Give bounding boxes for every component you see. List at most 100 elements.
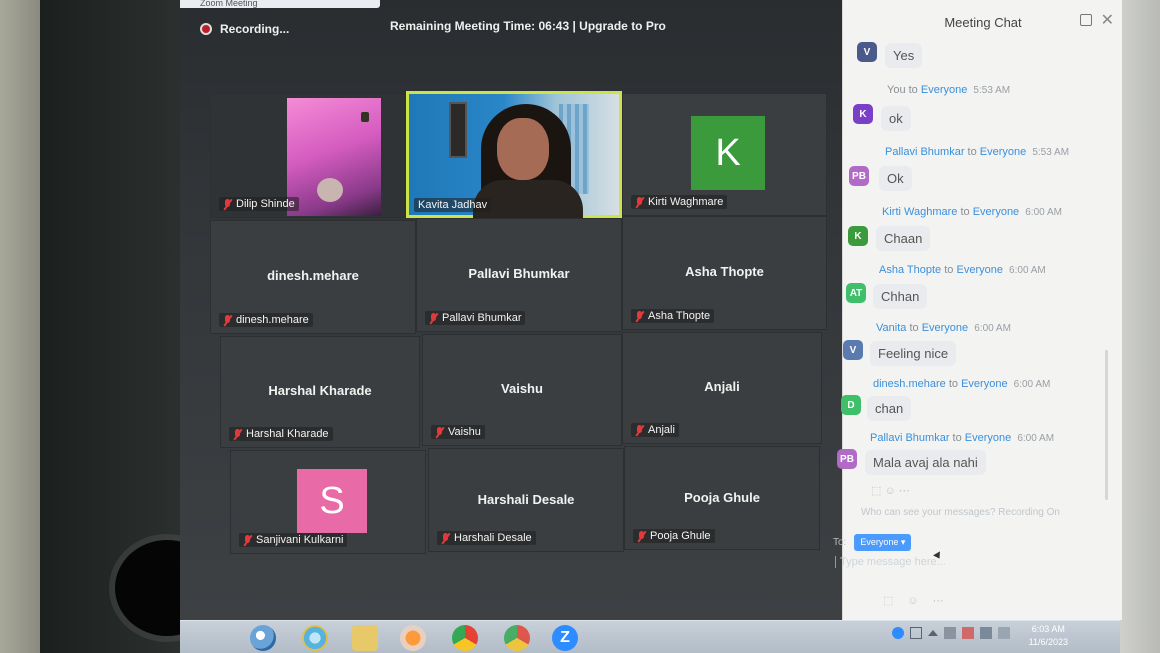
sender-avatar: D xyxy=(841,395,861,415)
sender-avatar: K xyxy=(853,104,873,124)
message-text: Mala avaj ala nahi xyxy=(865,450,986,475)
message-time: 6:00 AM xyxy=(1013,379,1051,390)
message-meta: Kirti Waghmare to Everyone 6:00 AM xyxy=(882,206,1062,218)
participant-tile[interactable]: Dilip Shinde xyxy=(210,93,406,218)
participant-name: Harshal Kharade xyxy=(246,428,329,440)
participant-name-tag: Anjali xyxy=(631,423,679,437)
mic-muted-icon xyxy=(435,426,444,438)
network-icon[interactable] xyxy=(910,627,922,639)
message-sender: Pallavi Bhumkar xyxy=(870,432,950,444)
message-sender: Vanita xyxy=(876,322,907,334)
internet-explorer-icon[interactable] xyxy=(302,625,328,651)
start-button-icon[interactable] xyxy=(250,625,276,651)
volume-icon[interactable] xyxy=(944,627,956,639)
video-face xyxy=(497,118,549,180)
system-tray xyxy=(892,627,1010,639)
participant-tile[interactable]: Harshali Desale Harshali Desale xyxy=(428,448,624,552)
message-sender: You xyxy=(887,84,906,96)
who-can-see-label[interactable]: Who can see your messages? Recording On xyxy=(861,507,1060,518)
popout-icon[interactable] xyxy=(1080,14,1092,26)
participant-tile[interactable]: Asha Thopte Asha Thopte xyxy=(622,216,827,330)
message-meta: You to Everyone 5:53 AM xyxy=(887,84,1010,96)
message-time: 6:00 AM xyxy=(1025,207,1062,218)
folder-icon[interactable] xyxy=(352,625,378,651)
message-to: to xyxy=(967,146,977,158)
chat-scrollbar[interactable] xyxy=(1105,350,1108,500)
clock-time: 6:03 AM xyxy=(1031,624,1065,634)
message-meta: Vanita to Everyone 6:00 AM xyxy=(876,322,1011,334)
windows-taskbar: Z 6:03 AM 11/6/2023 xyxy=(180,620,1120,653)
participant-name-tag: Kirti Waghmare xyxy=(631,195,728,209)
arrow-up-icon[interactable] xyxy=(928,630,938,636)
chat-input[interactable]: Type message here... xyxy=(835,556,946,568)
close-icon[interactable]: ✕ xyxy=(1101,10,1114,30)
message-text: Ok xyxy=(879,166,912,191)
participant-name: dinesh.mehare xyxy=(236,314,309,326)
message-recipient[interactable]: Everyone xyxy=(922,322,968,334)
participant-name-tag: Pallavi Bhumkar xyxy=(425,311,526,325)
message-to: to xyxy=(948,378,959,390)
message-recipient[interactable]: Everyone xyxy=(973,206,1019,218)
participant-tile[interactable]: K Kirti Waghmare xyxy=(622,93,827,216)
chat-toolbar-icons[interactable]: ⬚☺⋯ xyxy=(883,594,958,607)
participant-name-tag: Harshali Desale xyxy=(437,531,536,545)
mic-muted-icon xyxy=(635,424,644,436)
video-face xyxy=(317,178,343,202)
monitor-bezel-right xyxy=(1120,0,1160,653)
gallery-grid: Dilip Shinde Kavita Jadhav K Kirti Waghm… xyxy=(180,0,842,620)
recipient-dropdown[interactable]: Everyone ▾ xyxy=(854,534,912,551)
chrome-icon[interactable] xyxy=(452,625,478,651)
participant-tile[interactable]: Harshal Kharade Harshal Kharade xyxy=(220,336,420,448)
message-text: Feeling nice xyxy=(870,341,957,366)
flag-icon[interactable] xyxy=(962,627,974,639)
message-text: Chaan xyxy=(876,226,931,251)
participant-name: Kirti Waghmare xyxy=(648,196,724,208)
message-time: 5:53 AM xyxy=(973,85,1011,96)
zoom-tray-icon[interactable] xyxy=(892,627,904,639)
message-recipient[interactable]: Everyone xyxy=(965,432,1011,444)
mic-muted-icon xyxy=(233,428,242,440)
message-sender: Pallavi Bhumkar xyxy=(885,146,965,158)
participant-name-tag: Asha Thopte xyxy=(631,309,715,323)
message-to: to xyxy=(944,264,954,276)
participant-tile[interactable]: dinesh.mehare dinesh.mehare xyxy=(210,220,416,334)
zoom-app-icon[interactable]: Z xyxy=(552,625,578,651)
to-row: To: Everyone ▾ xyxy=(833,534,912,551)
desk-background xyxy=(0,0,40,653)
mic-muted-icon xyxy=(637,530,646,542)
sender-avatar: PB xyxy=(837,449,857,469)
message-to: to xyxy=(960,206,970,218)
video-lamp xyxy=(361,112,369,122)
chrome-profile-icon[interactable] xyxy=(504,625,530,651)
message-recipient[interactable]: Everyone xyxy=(957,264,1003,276)
participant-tile[interactable]: Pallavi Bhumkar Pallavi Bhumkar xyxy=(416,218,622,332)
participant-name-tag: Harshal Kharade xyxy=(229,427,333,441)
message-meta: Pallavi Bhumkar to Everyone 5:53 AM xyxy=(885,146,1069,158)
battery-icon[interactable] xyxy=(980,627,992,639)
participant-tile[interactable]: Pooja Ghule Pooja Ghule xyxy=(624,446,820,550)
message-time: 6:00 AM xyxy=(974,323,1011,334)
participant-name: Kavita Jadhav xyxy=(418,199,488,211)
message-meta: dinesh.mehare to Everyone 6:00 AM xyxy=(873,378,1050,390)
participant-name: Harshali Desale xyxy=(454,532,532,544)
system-clock[interactable]: 6:03 AM 11/6/2023 xyxy=(1029,623,1068,649)
message-recipient[interactable]: Everyone xyxy=(961,378,1007,390)
participant-name: Anjali xyxy=(648,424,675,436)
participant-tile[interactable]: S Sanjivani Kulkarni xyxy=(230,450,426,554)
participant-tile-active-speaker[interactable]: Kavita Jadhav xyxy=(406,91,622,220)
participant-name-tag: Sanjivani Kulkarni xyxy=(239,533,348,547)
mic-muted-icon xyxy=(441,532,450,544)
participant-center-name: Harshal Kharade xyxy=(268,383,372,399)
participant-tile[interactable]: Vaishu Vaishu xyxy=(422,334,622,446)
mic-muted-icon xyxy=(223,198,232,210)
message-recipient[interactable]: Everyone xyxy=(980,146,1026,158)
media-player-icon[interactable] xyxy=(400,625,426,651)
message-recipient[interactable]: Everyone xyxy=(921,84,967,96)
message-actions[interactable]: ⬚ ☺ ⋯ xyxy=(871,484,910,497)
message-text: Chhan xyxy=(873,284,928,309)
message-text: chan xyxy=(867,396,912,421)
participant-center-name: Harshali Desale xyxy=(477,491,575,507)
participant-name-tag: Dilip Shinde xyxy=(219,197,299,211)
signal-icon[interactable] xyxy=(998,627,1010,639)
participant-tile[interactable]: Anjali Anjali xyxy=(622,332,822,444)
